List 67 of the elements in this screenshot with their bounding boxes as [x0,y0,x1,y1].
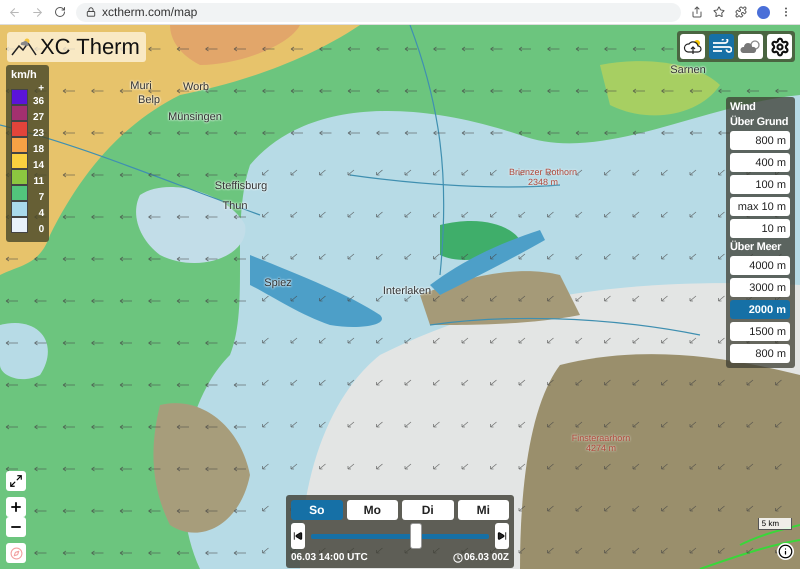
day-tab[interactable]: So [291,500,342,520]
legend-label: 18 [33,143,44,157]
group-heading: Über Grund [730,116,790,128]
reload-icon[interactable] [54,6,66,18]
legend-label: 14 [33,159,44,173]
day-tab[interactable]: Mo [346,500,398,520]
skip-back-button[interactable] [291,523,305,549]
cloud-upload-sun-icon [682,38,702,56]
altitude-button[interactable]: 2000 m [730,300,790,319]
skip-forward-button[interactable] [495,523,509,549]
legend-label: 7 [38,191,44,205]
legend-label: 27 [33,111,44,125]
place-label: Münsingen [168,111,222,123]
plus-icon [9,500,23,514]
address-bar[interactable]: xctherm.com/map [76,2,681,22]
legend-label: 11 [34,175,44,189]
slider-thumb[interactable] [410,523,422,549]
panel-title: Wind [730,101,757,113]
forecast-time: 06.03 14:00 UTC [291,552,368,563]
altitude-button[interactable]: 800 m [730,131,790,150]
layer-button[interactable] [767,34,792,59]
legend-label: 36 [33,95,44,109]
place-label: Worb [182,81,210,93]
legend-label: + [38,84,44,94]
place-label: Spiez [264,277,292,289]
place-label: Belp [138,94,160,106]
legend-label: 23 [33,127,44,141]
altitude-button[interactable]: 10 m [730,219,790,238]
altitude-button[interactable]: 400 m [730,153,790,172]
clock-icon [452,552,463,562]
wind-icon [712,38,732,54]
layer-button[interactable] [680,34,705,59]
cloud-sun-icon [740,38,762,54]
legend-unit: km/h [11,69,38,81]
place-label: Interlaken [382,285,432,297]
star-icon[interactable] [713,6,725,18]
place-label: Muri [130,80,152,92]
settings-icon [770,36,790,56]
skip-back-icon [293,531,303,541]
mountain-cloud-icon [11,38,37,56]
lock-icon [86,7,96,17]
day-tab[interactable]: Di [402,500,454,520]
legend-label: 4 [38,207,44,221]
logo[interactable]: XC Therm [7,32,146,62]
time-slider[interactable] [311,523,489,549]
fullscreen-button[interactable] [6,471,26,491]
skip-forward-icon [497,531,507,541]
model-run-time: 06.03 00Z [464,552,509,563]
peak-label: Finsteraarhorn 4274 m [572,433,630,453]
place-label: Sarnen [670,64,706,76]
altitude-button[interactable]: 100 m [730,175,790,194]
scale-bar: 5 km [758,518,792,530]
altitude-button[interactable]: 800 m [730,344,790,363]
url-text: xctherm.com/map [102,5,198,19]
altitude-button[interactable]: 4000 m [730,256,790,275]
group-heading: Über Meer [730,241,782,253]
zoom-out-button[interactable] [6,517,26,537]
legend-label: 0 [38,223,44,237]
altitude-button[interactable]: 1500 m [730,322,790,341]
puzzle-icon[interactable] [735,6,747,18]
logo-text: XC Therm [40,34,140,60]
avatar-icon[interactable] [757,6,770,18]
altitude-button[interactable]: max 10 m [730,197,790,216]
zoom-in-button[interactable] [6,497,26,517]
share-icon[interactable] [691,6,703,18]
day-tab[interactable]: Mi [458,500,509,520]
altitude-button[interactable]: 3000 m [730,278,790,297]
